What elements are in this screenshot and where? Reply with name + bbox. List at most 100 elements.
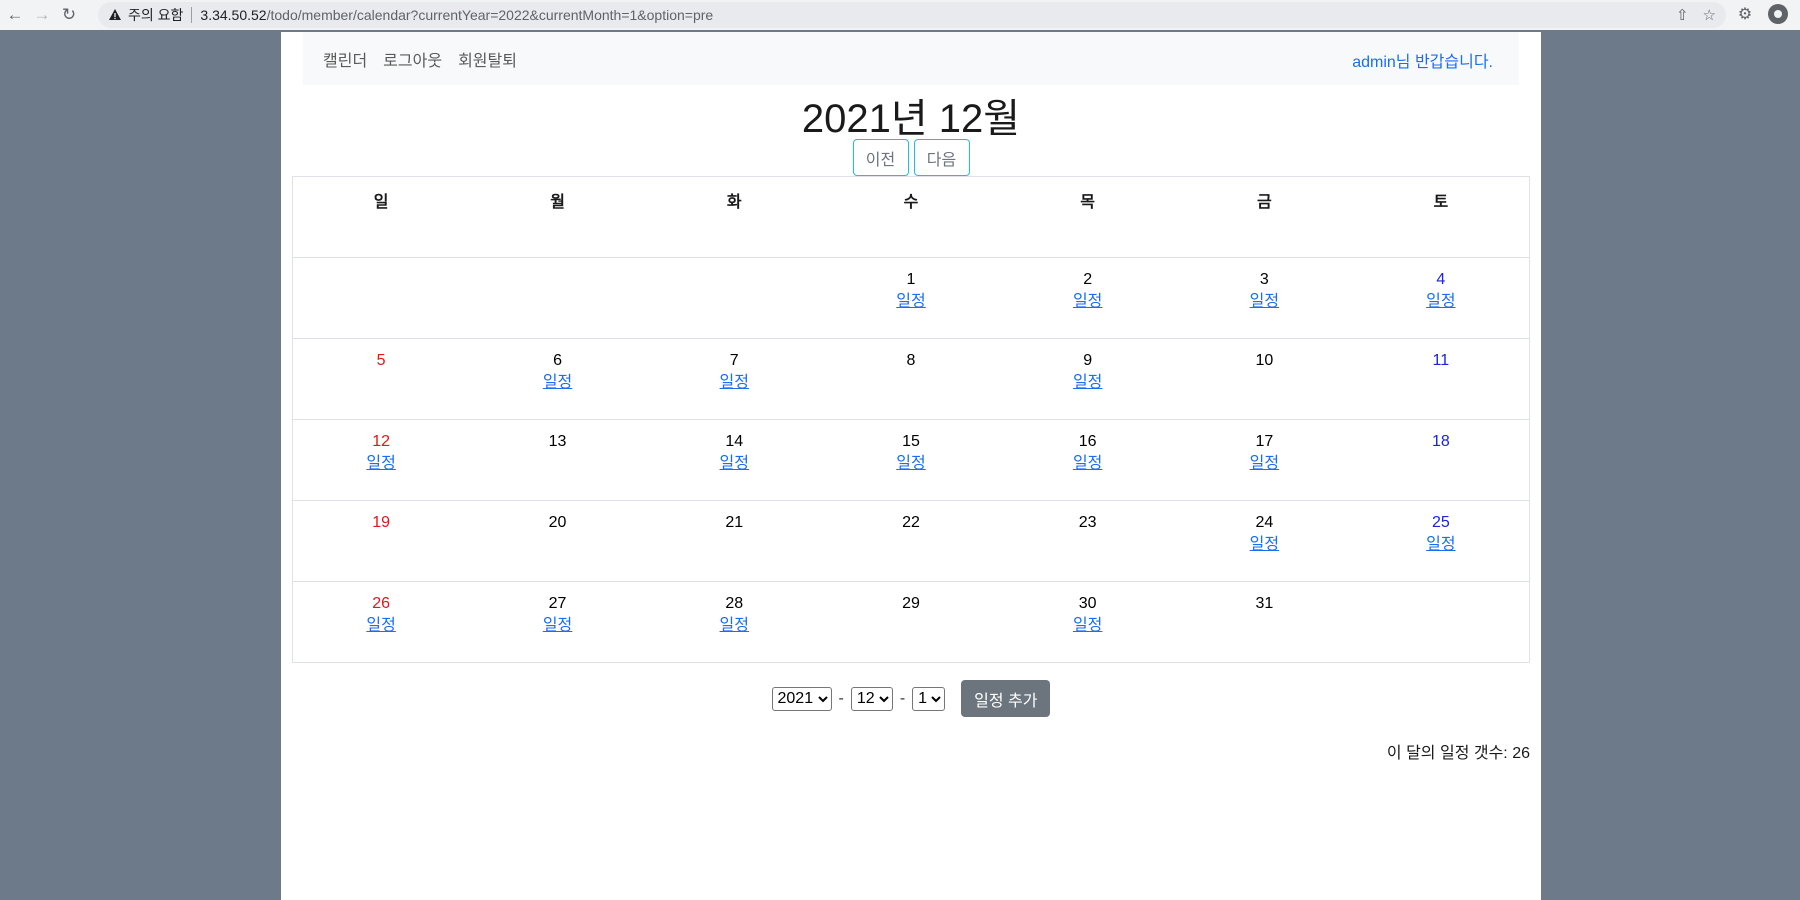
calendar-day-cell	[1352, 581, 1530, 663]
todo-link[interactable]: 일정	[1176, 291, 1353, 313]
weekday-wed: 수	[822, 176, 1000, 258]
add-todo-button[interactable]: 일정 추가	[961, 680, 1051, 717]
day-number: 11	[1432, 352, 1450, 369]
share-icon[interactable]: ⇧	[1676, 6, 1689, 24]
day-number: 7	[729, 352, 739, 369]
day-number: 19	[372, 514, 390, 531]
weekday-sat: 토	[1352, 176, 1530, 258]
bookmark-star-icon[interactable]: ☆	[1703, 6, 1716, 24]
todo-link[interactable]: 일정	[823, 453, 1000, 475]
weekday-thu: 목	[999, 176, 1177, 258]
calendar-day-cell: 7 일정	[645, 338, 823, 420]
day-number: 5	[376, 352, 386, 369]
calendar-day-cell: 18	[1352, 419, 1530, 501]
todo-link[interactable]: 일정	[469, 372, 646, 394]
calendar-day-cell: 16 일정	[999, 419, 1177, 501]
calendar-day-cell: 19	[292, 500, 470, 582]
security-warning-label[interactable]: 주의 요함	[128, 5, 183, 25]
todo-link[interactable]: 일정	[646, 372, 823, 394]
day-number: 16	[1078, 433, 1097, 450]
day-number: 2	[1083, 271, 1093, 288]
reload-icon[interactable]: ↻	[57, 3, 81, 27]
day-number: 17	[1255, 433, 1274, 450]
todo-link[interactable]: 일정	[999, 291, 1176, 313]
day-number: 21	[725, 514, 744, 531]
month-navigation: 이전 다음	[281, 139, 1541, 176]
calendar-day-cell: 11	[1352, 338, 1530, 420]
todo-link[interactable]: 일정	[823, 291, 1000, 313]
calendar-day-cell: 30 일정	[999, 581, 1177, 663]
day-number: 24	[1255, 514, 1274, 531]
next-month-button[interactable]: 다음	[913, 139, 970, 176]
todo-link[interactable]: 일정	[293, 615, 469, 637]
day-number: 14	[725, 433, 744, 450]
day-number: 3	[1259, 271, 1269, 288]
address-bar[interactable]: 주의 요함 3.34.50.52/todo/member/calendar?cu…	[98, 2, 1726, 28]
calendar-title: 2021년 12월	[801, 97, 1021, 141]
date-separator: -	[838, 689, 844, 707]
day-number: 8	[906, 352, 916, 369]
todo-link[interactable]: 일정	[999, 453, 1176, 475]
monthly-todo-count: 이 달의 일정 갯수: 26	[1386, 745, 1530, 762]
back-icon[interactable]: ←	[3, 3, 27, 27]
calendar-day-cell: 28 일정	[645, 581, 823, 663]
calendar-day-cell: 24 일정	[1176, 500, 1353, 582]
nav-link-calendar[interactable]: 캘린더	[323, 47, 367, 71]
todo-link[interactable]: 일정	[1176, 534, 1353, 556]
calendar-day-cell: 29	[822, 581, 1000, 663]
day-number: 9	[1083, 352, 1093, 369]
todo-link[interactable]: 일정	[999, 372, 1176, 394]
forward-icon[interactable]: →	[30, 3, 54, 27]
todo-link[interactable]: 일정	[646, 615, 823, 637]
todo-link[interactable]: 일정	[1353, 291, 1529, 313]
day-number: 30	[1078, 595, 1097, 612]
calendar-day-cell: 5	[292, 338, 470, 420]
day-number: 1	[906, 271, 916, 288]
calendar-week-row: 1 일정 2 일정 3 일정 4 일정	[292, 257, 1530, 339]
calendar-day-cell: 15 일정	[822, 419, 1000, 501]
todo-link[interactable]: 일정	[1176, 453, 1353, 475]
extensions-puzzle-icon[interactable]: ⚙	[1736, 5, 1754, 23]
profile-avatar-icon[interactable]	[1768, 4, 1788, 24]
day-number: 26	[372, 595, 390, 612]
month-select[interactable]: 12	[850, 686, 893, 711]
day-number: 4	[1436, 271, 1446, 288]
prev-month-button[interactable]: 이전	[852, 139, 909, 176]
day-number: 25	[1431, 514, 1450, 531]
todo-link[interactable]: 일정	[1353, 534, 1529, 556]
year-select[interactable]: 2021	[771, 686, 832, 711]
day-number: 20	[548, 514, 567, 531]
day-number: 29	[902, 595, 920, 612]
calendar-day-cell: 3 일정	[1176, 257, 1353, 339]
calendar-day-cell: 8	[822, 338, 1000, 420]
calendar-day-cell: 14 일정	[645, 419, 823, 501]
todo-link[interactable]: 일정	[646, 453, 823, 475]
nav-link-logout[interactable]: 로그아웃	[383, 47, 442, 71]
weekday-fri: 금	[1176, 176, 1353, 258]
day-number: 12	[372, 433, 390, 450]
day-number: 13	[548, 433, 567, 450]
nav-link-withdraw[interactable]: 회원탈퇴	[458, 47, 517, 71]
date-separator: -	[899, 689, 906, 707]
calendar-day-cell: 27 일정	[469, 581, 646, 663]
calendar-day-cell: 26 일정	[292, 581, 470, 663]
day-number: 28	[725, 595, 744, 612]
weekday-sun: 일	[292, 176, 470, 258]
calendar-day-cell: 9 일정	[999, 338, 1177, 420]
browser-toolbar: ← → ↻ 주의 요함 3.34.50.52/todo/member/calen…	[0, 0, 1800, 30]
calendar-day-cell: 22	[822, 500, 1000, 582]
calendar-day-cell: 13	[469, 419, 646, 501]
weekday-header-row: 일 월 화 수 목 금 토	[292, 176, 1530, 258]
todo-link[interactable]: 일정	[999, 615, 1176, 637]
calendar-day-cell: 31	[1176, 581, 1353, 663]
calendar-day-cell: 12 일정	[292, 419, 470, 501]
day-number: 27	[548, 595, 567, 612]
calendar-day-cell: 25 일정	[1352, 500, 1530, 582]
calendar-body: 1 일정 2 일정 3 일정 4 일정 5 6 일정 7 일정 8 9 일정 10 11 12 일정 13 14 일정 15 일…	[292, 257, 1530, 663]
day-select[interactable]: 1	[912, 686, 946, 711]
todo-link[interactable]: 일정	[469, 615, 646, 637]
navbar: 캘린더 로그아웃 회원탈퇴 admin님 반갑습니다.	[303, 32, 1519, 85]
calendar-day-cell: 21	[645, 500, 823, 582]
todo-link[interactable]: 일정	[293, 453, 469, 475]
divider	[191, 7, 193, 23]
